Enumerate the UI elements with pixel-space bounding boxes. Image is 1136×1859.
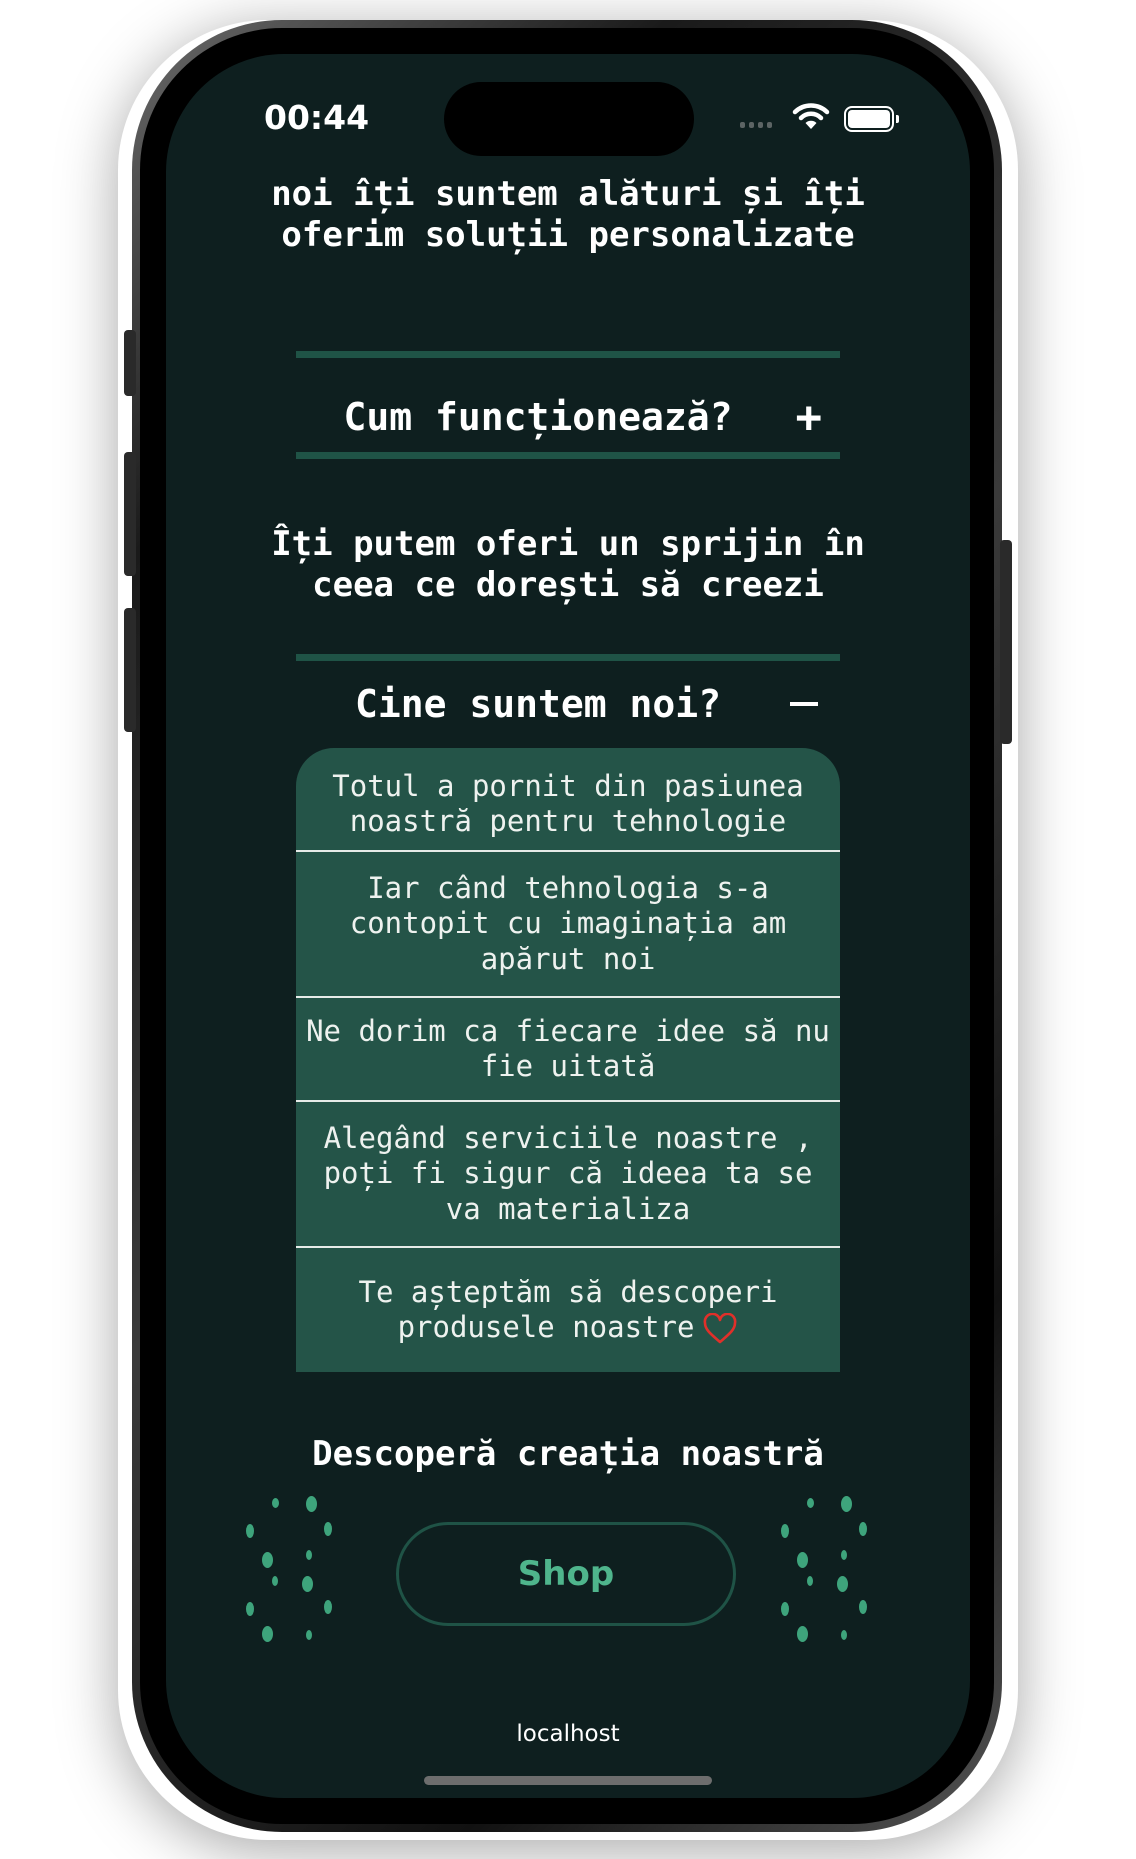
cta-title: Descoperă creația noastră	[312, 1434, 824, 1474]
decorative-dot	[859, 1522, 867, 1536]
list-item: Iar când tehnologia s-a contopit cu imag…	[296, 852, 840, 998]
decorative-dot	[272, 1576, 278, 1586]
decorative-dot	[807, 1498, 814, 1508]
decorative-dot	[841, 1630, 847, 1640]
decorative-dot	[246, 1524, 254, 1538]
accordion-header-who-we-are[interactable]: Cine suntem noi?	[296, 672, 840, 736]
accordion-divider	[296, 654, 840, 661]
side-button-power	[1000, 540, 1012, 744]
about-list: Totul a pornit din pasiunea noastră pent…	[296, 748, 840, 1372]
battery-icon	[844, 106, 899, 132]
dynamic-island	[444, 82, 694, 156]
decorative-dot	[324, 1600, 332, 1614]
decorative-dot	[272, 1498, 279, 1508]
accordion-divider	[296, 452, 840, 459]
accordion-title: Cine suntem noi?	[354, 682, 722, 726]
accordion-divider-top	[296, 351, 840, 358]
decorative-dot	[262, 1626, 273, 1642]
plus-icon[interactable]: +	[796, 392, 823, 443]
accordion-header-how-it-works[interactable]: Cum funcționează? +	[296, 372, 840, 462]
side-button-volume-up	[124, 452, 136, 576]
decorative-dot	[807, 1576, 813, 1586]
decorative-dot	[841, 1496, 852, 1512]
list-item: Ne dorim ca fiecare idee să nu fie uitat…	[296, 998, 840, 1102]
decorative-dot	[306, 1630, 312, 1640]
side-button-volume-down	[124, 608, 136, 732]
list-item: Te așteptăm să descoperi produsele noast…	[358, 1274, 778, 1344]
shop-button[interactable]: Shop	[396, 1522, 736, 1626]
signal-icon	[740, 122, 772, 128]
heart-icon	[703, 1313, 737, 1344]
decorative-dot	[859, 1600, 867, 1614]
intro-text: noi îți suntem alături și îți oferim sol…	[271, 174, 865, 255]
home-indicator[interactable]	[424, 1776, 712, 1785]
decorative-dots-left	[246, 1494, 346, 1684]
accordion-title: Cum funcționează?	[343, 395, 733, 439]
decorative-dot	[324, 1522, 332, 1536]
decorative-dots-right	[781, 1494, 881, 1684]
decorative-dot	[302, 1576, 313, 1592]
minus-icon[interactable]	[790, 702, 818, 706]
decorative-dot	[781, 1524, 789, 1538]
decorative-dot	[837, 1576, 848, 1592]
decorative-dot	[781, 1602, 789, 1616]
wifi-icon	[792, 103, 830, 129]
decorative-dot	[246, 1602, 254, 1616]
decorative-dot	[841, 1550, 847, 1560]
decorative-dot	[797, 1552, 808, 1568]
side-button-action	[124, 330, 136, 396]
browser-url[interactable]: localhost	[166, 1721, 970, 1747]
list-item: Alegând serviciile noastre , poți fi sig…	[296, 1102, 840, 1248]
screen: 00:44 noi îți suntem alături și îți ofer…	[166, 54, 970, 1798]
decorative-dot	[306, 1496, 317, 1512]
status-time: 00:44	[264, 98, 370, 137]
list-item: Totul a pornit din pasiunea noastră pent…	[296, 748, 840, 852]
accordion-body-how-it-works: Îți putem oferi un sprijin în ceea ce do…	[271, 524, 865, 605]
decorative-dot	[262, 1552, 273, 1568]
decorative-dot	[306, 1550, 312, 1560]
decorative-dot	[797, 1626, 808, 1642]
